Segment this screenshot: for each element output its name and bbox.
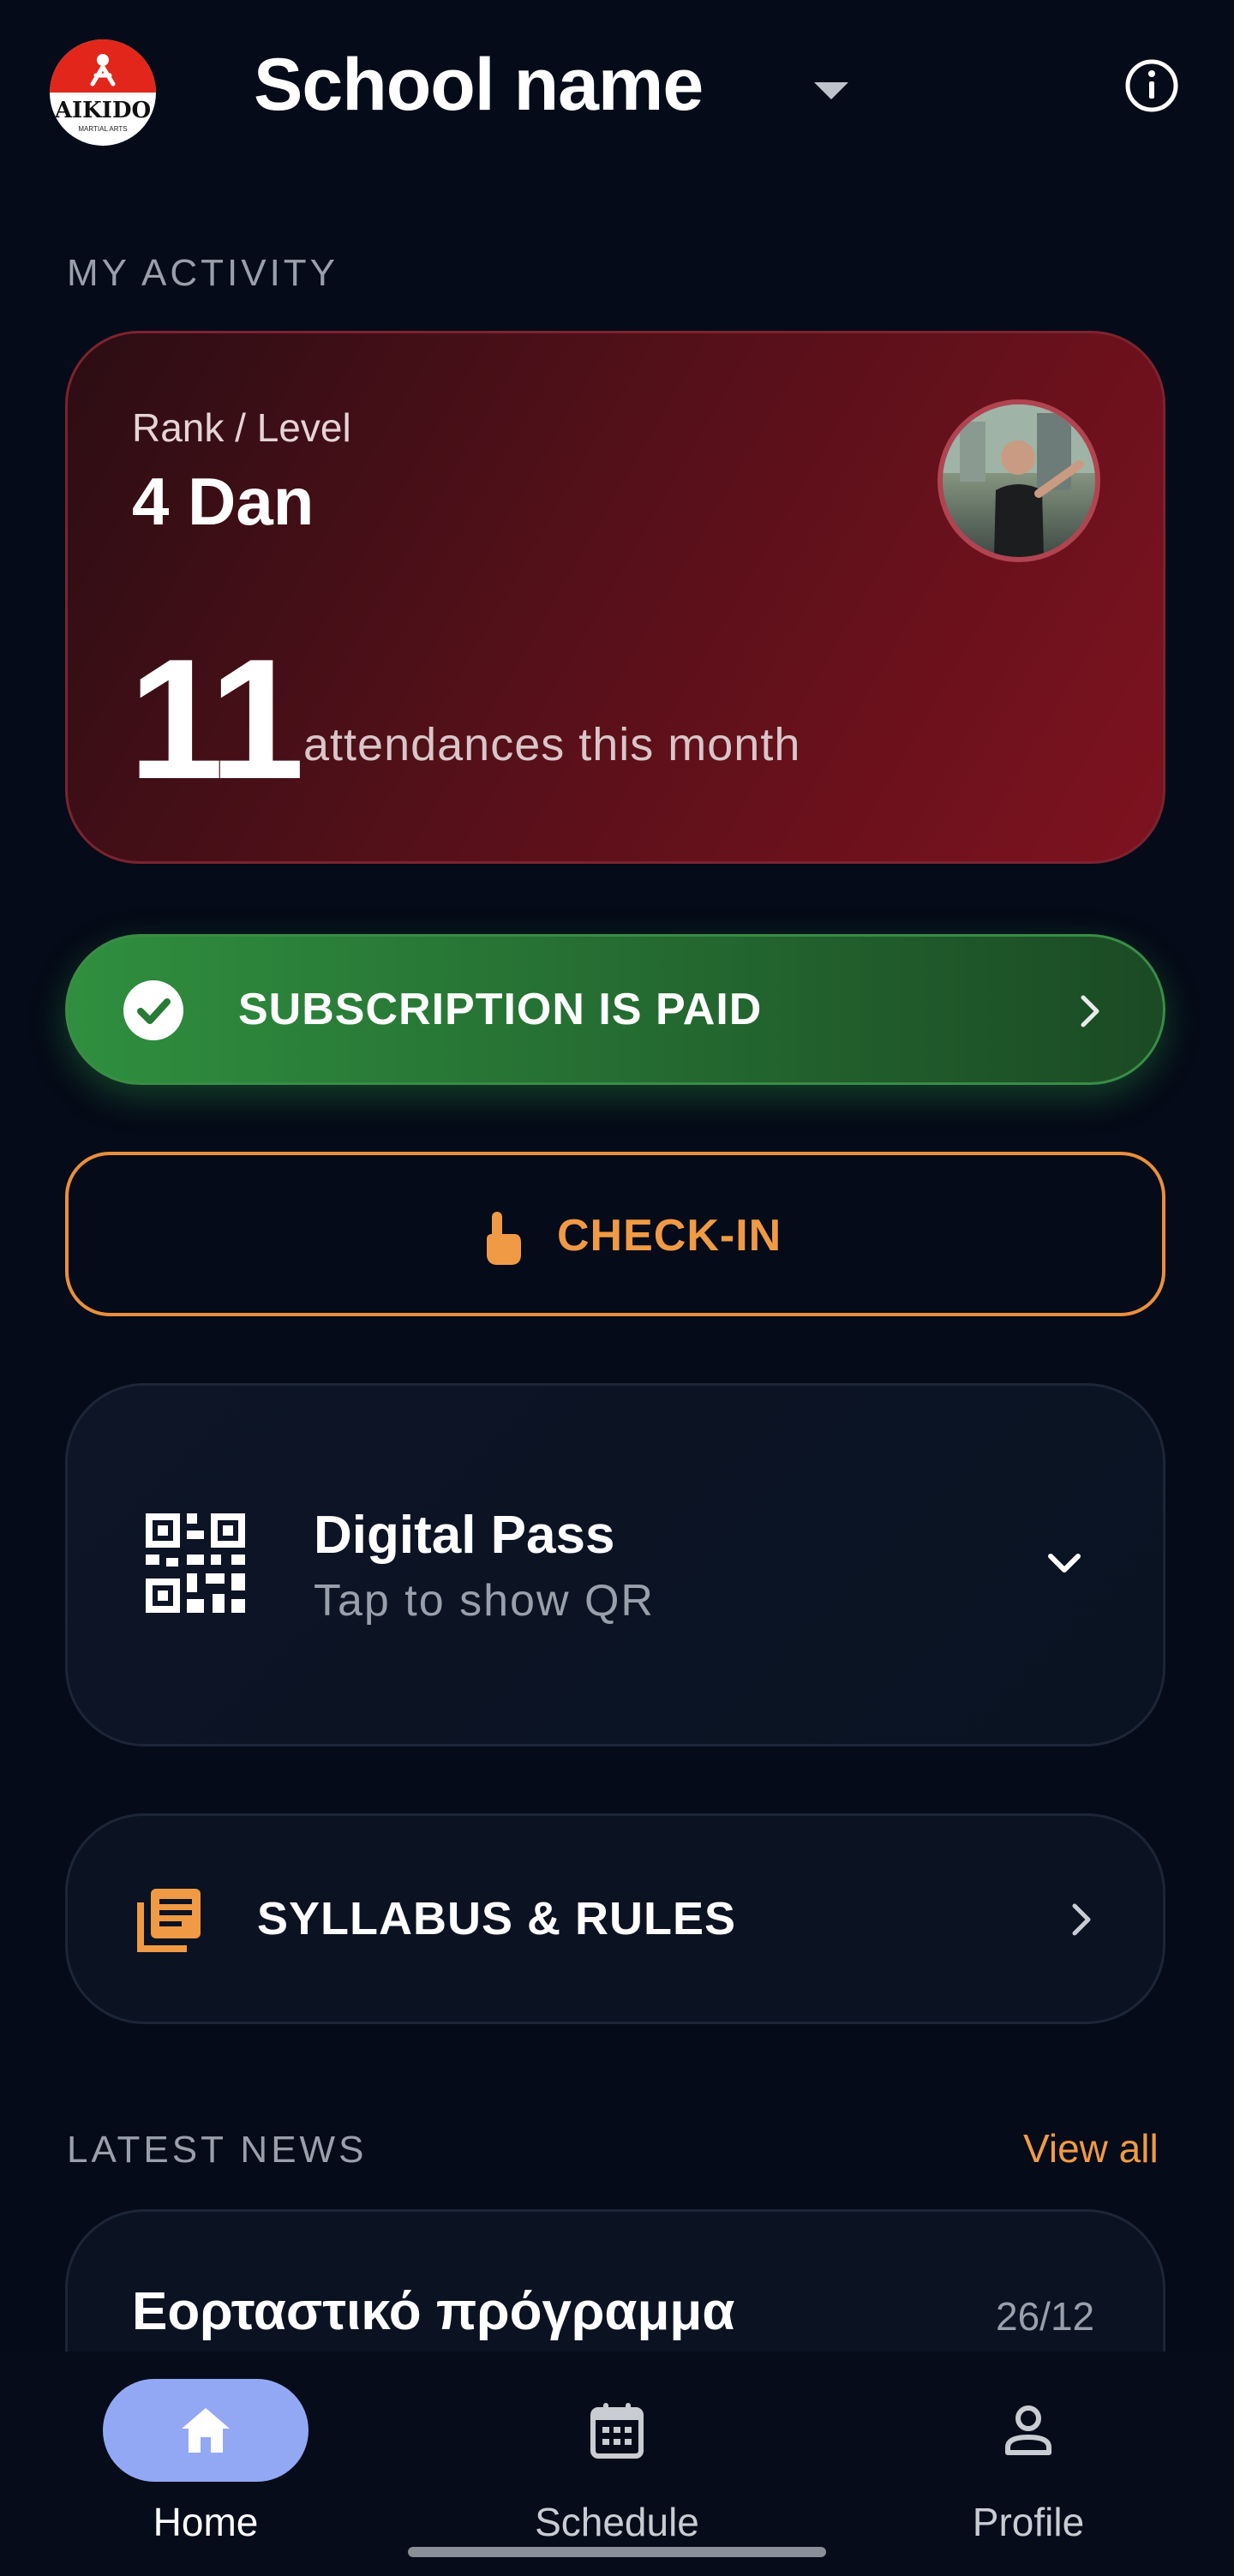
news-date: 26/12 <box>996 2294 1095 2339</box>
dropdown-caret-icon[interactable] <box>814 82 848 99</box>
home-indicator <box>408 2547 826 2557</box>
chevron-right-icon <box>1066 1899 1097 1940</box>
rank-value: 4 Dan <box>132 464 314 539</box>
view-all-link[interactable]: View all <box>1023 2125 1159 2172</box>
subscription-label: SUBSCRIPTION IS PAID <box>238 985 763 1034</box>
logo-text: AIKIDO <box>54 98 152 123</box>
qr-code-icon <box>146 1513 245 1613</box>
person-icon[interactable] <box>997 2399 1059 2461</box>
rank-label: Rank / Level <box>132 405 351 450</box>
digital-pass-subtitle: Tap to show QR <box>314 1576 655 1626</box>
news-title: Εορταστικό πρόγραμμα <box>132 2282 735 2341</box>
nav-profile-label[interactable]: Profile <box>900 2499 1157 2545</box>
chevron-down-icon[interactable] <box>1044 1546 1085 1580</box>
info-icon[interactable] <box>1124 58 1179 113</box>
section-label-news: LATEST NEWS <box>67 2129 368 2171</box>
library-books-icon <box>135 1885 204 1954</box>
school-logo: AIKIDO MARTIAL ARTS <box>50 39 156 146</box>
check-circle-icon <box>123 980 183 1040</box>
nav-home-label[interactable]: Home <box>77 2499 334 2545</box>
check-in-label: CHECK-IN <box>557 1211 782 1261</box>
avatar[interactable] <box>937 399 1100 562</box>
chevron-right-icon <box>1073 991 1107 1032</box>
school-name[interactable]: School name <box>254 43 704 128</box>
nav-schedule-label[interactable]: Schedule <box>488 2499 746 2545</box>
attendance-text: attendances this month <box>303 719 801 770</box>
home-icon[interactable] <box>175 2399 237 2461</box>
syllabus-rules-label: SYLLABUS & RULES <box>257 1893 737 1944</box>
attendance-count: 11 <box>129 624 304 815</box>
section-label-activity: MY ACTIVITY <box>67 252 339 294</box>
logo-subtext: MARTIAL ARTS <box>78 125 128 133</box>
calendar-icon[interactable] <box>586 2399 648 2461</box>
digital-pass-title: Digital Pass <box>314 1506 615 1565</box>
tap-hand-icon <box>480 1208 524 1267</box>
